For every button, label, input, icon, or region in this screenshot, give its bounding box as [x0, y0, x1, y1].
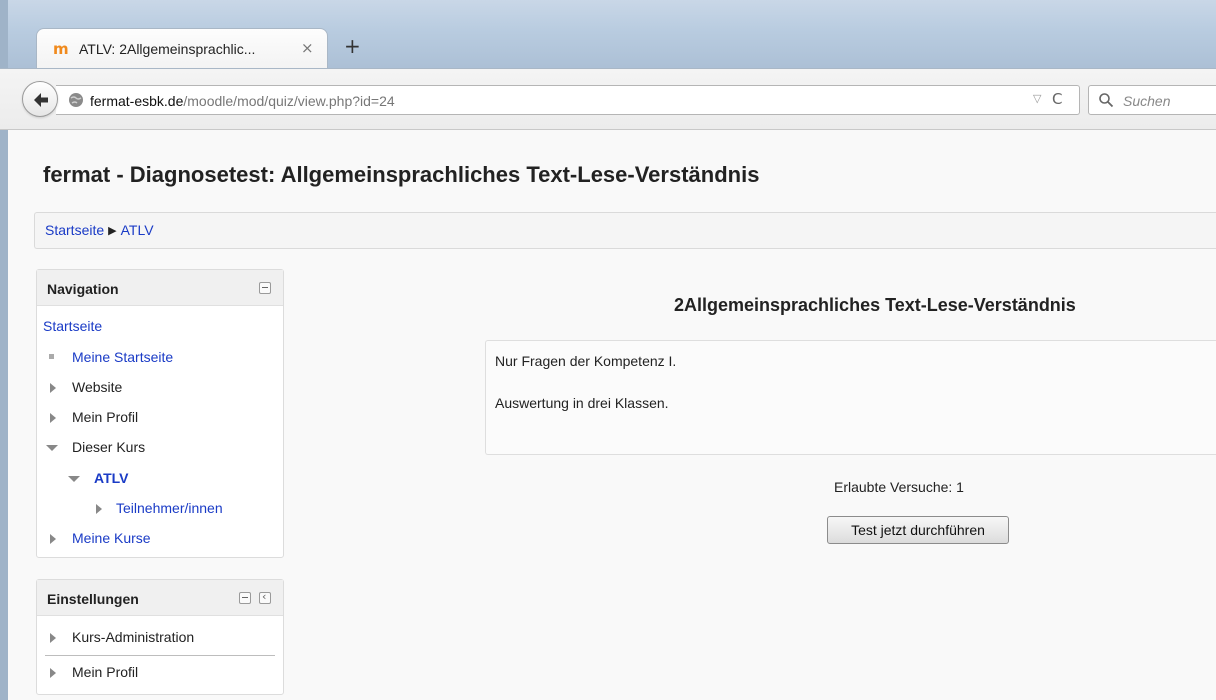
settings-divider	[45, 655, 275, 656]
search-input[interactable]: Suchen	[1088, 85, 1216, 115]
collapsed-arrow-icon	[50, 383, 56, 393]
reload-icon[interactable]: C	[1052, 90, 1062, 108]
url-text[interactable]: fermat-esbk.de/moodle/mod/quiz/view.php?…	[90, 93, 395, 109]
nav-item-teilnehmer[interactable]: Teilnehmer/innen	[96, 500, 223, 516]
expanded-arrow-icon	[68, 476, 80, 482]
navbar: Startseite ▶ ATLV	[34, 212, 1216, 249]
nav-item-atlv[interactable]: ATLV	[68, 470, 128, 486]
breadcrumb-atlv[interactable]: ATLV	[121, 222, 154, 238]
expanded-arrow-icon	[46, 445, 58, 451]
tab-title: ATLV: 2Allgemeinsprachlic...	[79, 41, 256, 57]
moodle-favicon-icon: m	[53, 40, 69, 58]
dock-block-icon[interactable]: ‹	[259, 590, 271, 604]
breadcrumb-startseite[interactable]: Startseite	[45, 222, 104, 238]
nav-item-website[interactable]: Website	[50, 379, 122, 395]
close-tab-icon[interactable]: ×	[301, 39, 314, 57]
search-icon	[1099, 93, 1114, 108]
nav-item-startseite[interactable]: Startseite	[43, 318, 102, 334]
page-content: fermat - Diagnosetest: Allgemeinsprachli…	[10, 131, 1216, 700]
breadcrumb-separator-icon: ▶	[108, 225, 117, 237]
bullet-icon	[49, 354, 54, 359]
globe-icon	[69, 93, 83, 107]
settings-block-title: Einstellungen	[47, 591, 139, 607]
navigation-block-title: Navigation	[47, 281, 119, 297]
url-bar[interactable]: fermat-esbk.de/moodle/mod/quiz/view.php?…	[56, 85, 1080, 115]
attempts-allowed-text: Erlaubte Versuche: 1	[834, 479, 964, 495]
collapsed-arrow-icon	[50, 668, 56, 678]
settings-item-kurs-administration[interactable]: Kurs-Administration	[50, 629, 194, 645]
collapsed-arrow-icon	[50, 534, 56, 544]
url-dropdown-icon[interactable]: ▽	[1033, 92, 1041, 105]
new-tab-button[interactable]: +	[344, 34, 361, 58]
collapsed-arrow-icon	[50, 413, 56, 423]
back-arrow-icon	[34, 93, 48, 107]
quiz-intro-line: Auswertung in drei Klassen.	[495, 395, 669, 411]
settings-block: Einstellungen ‹ Kurs-Administration Mein…	[36, 579, 284, 695]
quiz-intro-box: Nur Fragen der Kompetenz I. Auswertung i…	[485, 340, 1216, 455]
collapse-block-icon[interactable]	[259, 282, 271, 294]
back-button[interactable]	[22, 81, 58, 117]
navigation-block: Navigation Startseite Meine Startseite W…	[36, 269, 284, 558]
breadcrumb: Startseite ▶ ATLV	[45, 222, 154, 238]
page-title: fermat - Diagnosetest: Allgemeinsprachli…	[43, 162, 760, 187]
quiz-intro-line: Nur Fragen der Kompetenz I.	[495, 353, 677, 369]
settings-item-mein-profil[interactable]: Mein Profil	[50, 664, 138, 680]
search-placeholder: Suchen	[1123, 93, 1171, 109]
nav-item-meine-kurse[interactable]: Meine Kurse	[50, 530, 151, 546]
navigation-block-header: Navigation	[37, 270, 283, 306]
collapsed-arrow-icon	[96, 504, 102, 514]
nav-item-dieser-kurs[interactable]: Dieser Kurs	[46, 439, 145, 455]
collapsed-arrow-icon	[50, 633, 56, 643]
quiz-title: 2Allgemeinsprachliches Text-Lese-Verstän…	[674, 295, 1076, 315]
nav-item-meine-startseite[interactable]: Meine Startseite	[49, 349, 173, 365]
settings-block-header: Einstellungen ‹	[37, 580, 283, 616]
browser-tab[interactable]: m ATLV: 2Allgemeinsprachlic... ×	[36, 28, 328, 68]
collapse-block-icon[interactable]	[239, 592, 251, 604]
start-attempt-button[interactable]: Test jetzt durchführen	[827, 516, 1009, 544]
nav-item-mein-profil[interactable]: Mein Profil	[50, 409, 138, 425]
